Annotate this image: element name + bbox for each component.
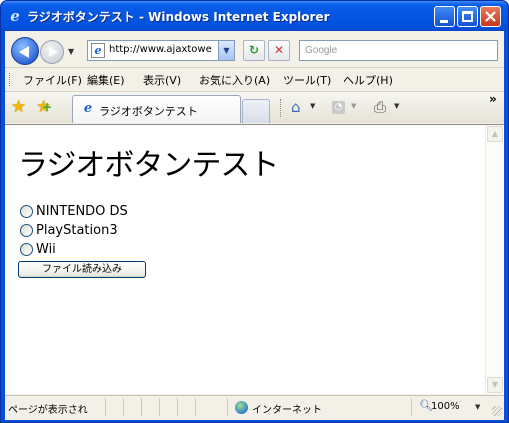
new-tab-button[interactable]	[242, 99, 270, 123]
search-box[interactable]	[299, 40, 498, 61]
status-divider	[227, 398, 228, 416]
more-tools-chevron-icon[interactable]: »	[489, 92, 497, 106]
feeds-icon[interactable]: ◔	[332, 101, 345, 114]
scroll-down-arrow-icon[interactable]: ▼	[487, 377, 503, 393]
forward-button[interactable]	[40, 40, 64, 64]
tab-bar: ★ ★ + e ラジオボタンテスト ⌂ ▼ ◔ ▼ ⎙ ▼ »	[5, 91, 504, 123]
tab-active[interactable]: e ラジオボタンテスト	[72, 95, 241, 123]
home-icon[interactable]: ⌂	[291, 98, 301, 116]
status-divider	[177, 398, 178, 416]
status-divider	[195, 398, 196, 416]
zoom-dropdown-icon[interactable]: ▼	[475, 403, 480, 411]
menu-bar: ファイル(F) 編集(E) 表示(V) お気に入り(A) ツール(T) ヘルプ(…	[5, 67, 504, 90]
menu-grip[interactable]	[9, 73, 11, 86]
refresh-button[interactable]: ↻	[243, 40, 265, 61]
back-button[interactable]	[11, 37, 39, 65]
resize-grip[interactable]	[492, 406, 502, 416]
status-message: ページが表示され	[8, 405, 88, 416]
search-input[interactable]	[300, 41, 490, 60]
web-page: ラジオボタンテスト NINTENDO DS PlayStation3 Wii フ…	[5, 125, 485, 394]
address-toolbar: ▼ e http://www.ajaxtowe ▼ ↻ ✕	[5, 33, 504, 67]
print-dropdown-icon[interactable]: ▼	[394, 102, 399, 110]
radio-label[interactable]: PlayStation3	[36, 223, 118, 238]
zoom-level[interactable]: 100%	[431, 401, 460, 412]
load-file-button[interactable]: ファイル読み込み	[18, 261, 146, 278]
vertical-scrollbar[interactable]: ▲ ▼	[485, 125, 503, 394]
radio-label[interactable]: NINTENDO DS	[36, 204, 128, 219]
feeds-dropdown-icon[interactable]: ▼	[351, 102, 356, 110]
content-viewport: ラジオボタンテスト NINTENDO DS PlayStation3 Wii フ…	[5, 124, 504, 394]
recent-pages-dropdown-icon[interactable]: ▼	[68, 47, 74, 56]
refresh-icon: ↻	[248, 43, 260, 57]
address-dropdown-icon[interactable]: ▼	[218, 41, 234, 60]
security-zone: インターネット	[252, 405, 322, 416]
status-bar: ページが表示され インターネット 🔍︎ 100% ▼	[5, 395, 504, 418]
menu-favorites[interactable]: お気に入り(A)	[199, 72, 270, 88]
status-divider	[123, 398, 124, 416]
address-bar[interactable]: e http://www.ajaxtowe ▼	[87, 40, 235, 61]
tab-label: ラジオボタンテスト	[99, 105, 198, 118]
status-divider	[141, 398, 142, 416]
internet-zone-globe-icon	[235, 401, 248, 414]
menu-view[interactable]: 表示(V)	[143, 72, 181, 88]
page-heading: ラジオボタンテスト	[18, 148, 279, 183]
status-divider	[105, 398, 106, 416]
menu-file[interactable]: ファイル(F)	[23, 72, 82, 88]
title-bar[interactable]: e ラジオボタンテスト - Windows Internet Explorer	[1, 1, 508, 31]
browser-window: e ラジオボタンテスト - Windows Internet Explorer …	[0, 0, 509, 423]
status-divider	[159, 398, 160, 416]
favorites-center-button[interactable]: ★	[11, 98, 26, 116]
radio-button[interactable]	[20, 205, 33, 218]
plus-icon: +	[42, 100, 53, 114]
page-icon: e	[91, 43, 105, 58]
menu-tools[interactable]: ツール(T)	[283, 72, 331, 88]
toolbar-separator	[280, 99, 282, 117]
maximize-icon	[462, 11, 473, 22]
favorites-star-icon: ★	[11, 97, 27, 117]
close-button[interactable]	[480, 6, 501, 27]
maximize-button[interactable]	[457, 6, 478, 27]
minimize-icon	[440, 20, 448, 23]
status-divider	[411, 398, 412, 416]
browser-client: ▼ e http://www.ajaxtowe ▼ ↻ ✕ ファイル(F) 編集…	[5, 31, 504, 420]
menu-help[interactable]: ヘルプ(H)	[343, 72, 393, 88]
close-icon	[485, 11, 496, 22]
scroll-up-arrow-icon[interactable]: ▲	[487, 126, 503, 142]
stop-button[interactable]: ✕	[268, 40, 290, 61]
add-to-favorites-button[interactable]: ★ +	[36, 98, 53, 116]
window-title: ラジオボタンテスト - Windows Internet Explorer	[27, 10, 330, 24]
menu-edit[interactable]: 編集(E)	[87, 72, 125, 88]
radio-label[interactable]: Wii	[36, 242, 56, 257]
radio-button[interactable]	[20, 224, 33, 237]
print-icon[interactable]: ⎙	[374, 98, 386, 116]
ie-logo-icon: e	[10, 7, 20, 25]
minimize-button[interactable]	[434, 6, 455, 27]
home-dropdown-icon[interactable]: ▼	[310, 102, 315, 110]
radio-button[interactable]	[20, 243, 33, 256]
stop-icon: ✕	[273, 43, 285, 57]
address-url[interactable]: http://www.ajaxtowe	[109, 44, 213, 55]
tab-page-icon: e	[83, 101, 93, 116]
